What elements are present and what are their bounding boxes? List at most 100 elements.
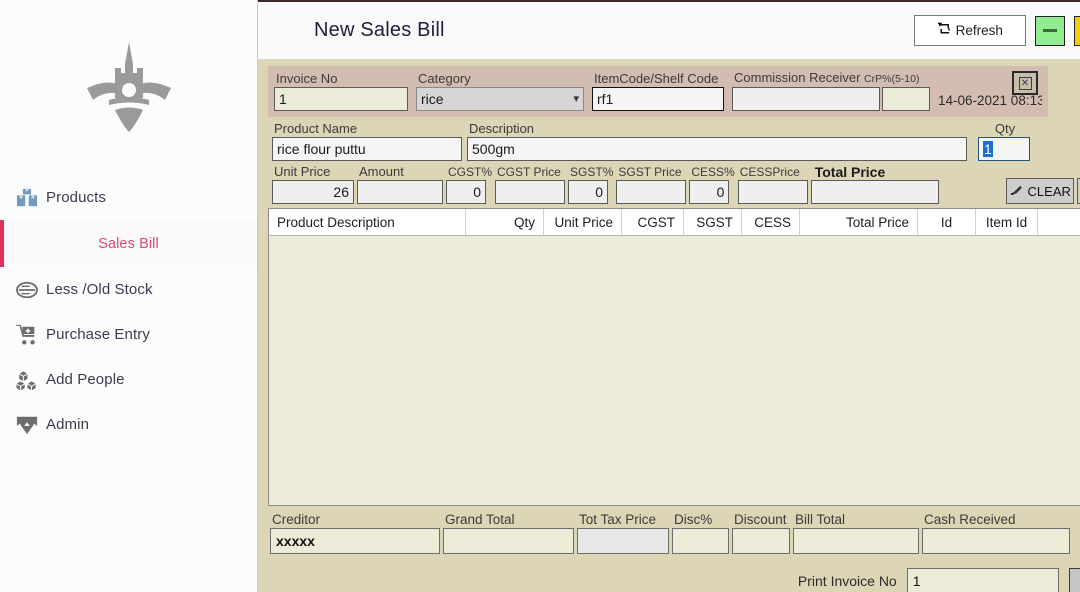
application-window: Products Sales Bill Less /Old Stock Purc… (0, 0, 1080, 592)
disc-pct-field: Disc% (672, 511, 729, 554)
description-field: Description 500gm (467, 121, 967, 161)
qty-input[interactable]: 1 (978, 137, 1030, 161)
sidebar-item-add-people[interactable]: Add People (0, 357, 257, 402)
creditor-input[interactable]: xxxxx (270, 528, 440, 554)
category-field: Category rice ▾ (416, 71, 584, 111)
amount-label: Amount (359, 164, 404, 179)
table-column-header-filler (1038, 209, 1080, 235)
category-value: rice (421, 91, 444, 107)
sgst-price-field: SGST Price (616, 164, 687, 204)
item-code-input[interactable]: rf1 (592, 87, 724, 111)
boxes-icon (14, 185, 40, 211)
commission-percent-input[interactable] (882, 87, 930, 111)
table-column-header[interactable]: Qty (466, 209, 544, 235)
table-column-header[interactable]: CESS (742, 209, 800, 235)
entry-form: Invoice No 1 Category rice ▾ ItemCode/Sh… (258, 60, 1080, 208)
table-column-header[interactable]: Item Id (976, 209, 1038, 235)
unit-price-input[interactable]: 26 (272, 180, 354, 204)
bill-total-input[interactable] (793, 528, 919, 554)
qty-label: Qty (994, 121, 1016, 136)
maximize-button[interactable] (1073, 15, 1080, 46)
qty-value: 1 (983, 141, 993, 157)
sidebar-item-products[interactable]: Products (0, 175, 257, 220)
invoice-no-label: Invoice No (276, 71, 338, 86)
total-price-input[interactable] (810, 180, 939, 204)
total-price-label: Total Price (814, 164, 886, 180)
creditor-field: Creditor xxxxx (270, 511, 440, 554)
table-column-header[interactable]: Total Price (800, 209, 918, 235)
product-row: Product Name rice flour puttu Descriptio… (268, 117, 1080, 161)
cash-received-input[interactable] (922, 528, 1070, 554)
cgst-pct-field: CGST% 0 (446, 164, 492, 204)
table-column-header[interactable]: Product Description (269, 209, 466, 235)
cash-received-label: Cash Received (924, 512, 1016, 527)
sidebar-item-label: Less /Old Stock (46, 281, 153, 298)
cash-received-field: Cash Received (922, 511, 1070, 554)
pricing-row: Unit Price 26 Amount CGST% 0 CGST Price … (268, 161, 1080, 208)
unit-price-label: Unit Price (274, 164, 331, 179)
cgst-price-input[interactable] (495, 180, 566, 204)
invoice-no-input[interactable]: 1 (274, 87, 408, 111)
tot-tax-price-label: Tot Tax Price (579, 512, 657, 527)
sidebar-item-label: Products (46, 189, 106, 206)
sidebar-item-label: Purchase Entry (46, 326, 150, 343)
table-column-header[interactable]: CGST (622, 209, 684, 235)
item-code-field: ItemCode/Shelf Code rf1 (592, 71, 724, 111)
grand-total-label: Grand Total (445, 512, 515, 527)
grand-total-field: Grand Total (443, 511, 574, 554)
product-name-field: Product Name rice flour puttu (272, 121, 462, 161)
close-icon: ✕ (1018, 76, 1032, 90)
bill-total-field: Bill Total (793, 511, 919, 554)
print-invoice-input[interactable]: 1 (906, 568, 1059, 592)
refresh-button[interactable]: Refresh (913, 15, 1026, 46)
invoice-header-strip: Invoice No 1 Category rice ▾ ItemCode/Sh… (268, 66, 1048, 117)
minimize-button[interactable] (1034, 15, 1065, 46)
datetime-display: 14-06-2021 08:13: (938, 93, 1042, 108)
total-price-field: Total Price (810, 164, 939, 204)
sidebar-item-label: Sales Bill (98, 235, 159, 252)
print-button[interactable]: Print (1068, 568, 1080, 592)
amount-input[interactable] (357, 180, 443, 204)
category-select[interactable]: rice ▾ (416, 87, 584, 111)
description-label: Description (469, 121, 535, 136)
print-invoice-label: Print Invoice No (797, 573, 897, 589)
clear-button[interactable]: CLEAR (1005, 178, 1074, 204)
admin-shield-icon (14, 412, 40, 438)
commission-receiver-input[interactable] (732, 87, 880, 111)
table-column-header[interactable]: Id (918, 209, 976, 235)
sgst-pct-field: SGST% 0 (568, 164, 613, 204)
sgst-pct-input[interactable]: 0 (568, 180, 609, 204)
sgst-price-label: SGST Price (618, 165, 682, 179)
cess-price-label: CESSPrice (739, 165, 800, 179)
table-column-header[interactable]: Unit Price (544, 209, 622, 235)
cess-price-input[interactable] (737, 180, 808, 204)
commission-receiver-label: Commission Receiver CrP%(5-10) (732, 70, 930, 87)
product-name-input[interactable]: rice flour puttu (272, 137, 462, 161)
minus-circle-icon (14, 277, 40, 303)
cgst-price-label: CGST Price (497, 165, 561, 179)
cess-pct-input[interactable]: 0 (689, 180, 730, 204)
commission-receiver-field: Commission Receiver CrP%(5-10) (732, 70, 930, 111)
sidebar-item-purchase-entry[interactable]: Purchase Entry (0, 312, 257, 357)
tot-tax-price-input[interactable] (577, 528, 669, 554)
sidebar-item-sales-bill[interactable]: Sales Bill (0, 220, 257, 267)
grand-total-input[interactable] (443, 528, 574, 554)
brush-icon (1009, 184, 1023, 199)
sgst-price-input[interactable] (616, 180, 687, 204)
sidebar-item-label: Add People (46, 371, 125, 388)
table-body[interactable] (269, 236, 1080, 505)
table-column-header[interactable]: SGST (684, 209, 742, 235)
clear-label: CLEAR (1027, 183, 1071, 199)
line-items-table: Product Description Qty Unit Price CGST … (268, 208, 1080, 506)
discount-input[interactable] (732, 528, 790, 554)
tot-tax-price-field: Tot Tax Price (577, 511, 669, 554)
description-input[interactable]: 500gm (467, 137, 967, 161)
title-bar: New Sales Bill Refresh (258, 2, 1080, 60)
sidebar-item-admin[interactable]: Admin (0, 402, 257, 447)
sidebar-item-less-old-stock[interactable]: Less /Old Stock (0, 267, 257, 312)
cgst-pct-label: CGST% (448, 165, 493, 179)
cgst-pct-input[interactable]: 0 (446, 180, 486, 204)
panel-close-button[interactable]: ✕ (1012, 71, 1038, 95)
commission-receiver-sublabel: CrP%(5-10) (864, 73, 920, 85)
disc-pct-input[interactable] (672, 528, 729, 554)
